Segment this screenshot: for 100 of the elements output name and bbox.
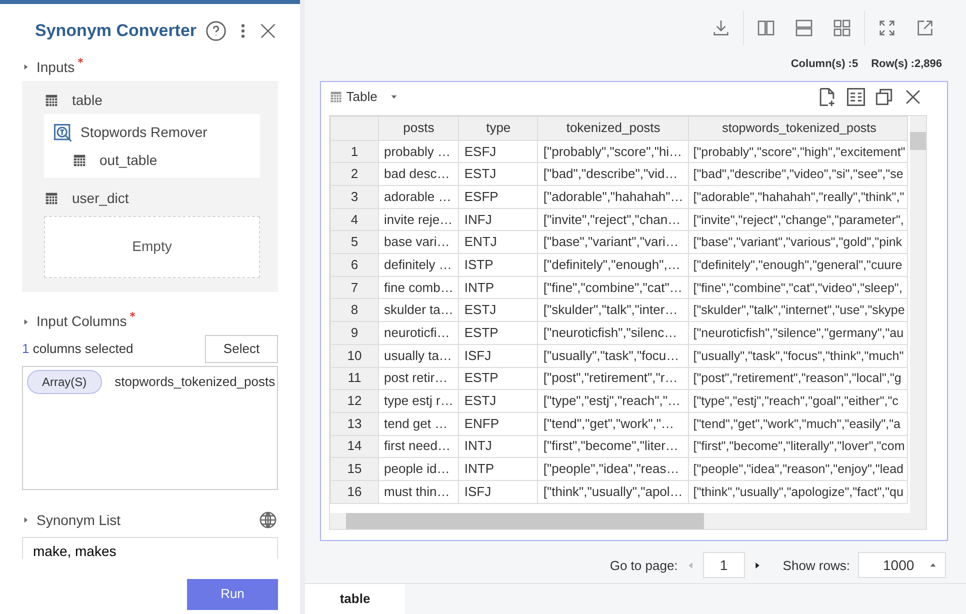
table-cell: tend get … [378,412,459,436]
section-label: Inputs [36,58,75,77]
page-field[interactable]: 1 [702,552,745,578]
row-number: 12 [330,390,378,412]
table-cell: invite reje… [378,208,459,231]
input-name: table [72,91,102,110]
table-cell: ["people","idea","reason","enjoy","lead [688,458,908,480]
row-number: 13 [330,412,378,436]
table-icon [329,90,343,104]
table-cell: ["tend","get","work","… [538,412,689,436]
row-number: 1 [330,140,378,163]
table-cell: ["first","become","literally","lover","com [688,435,908,458]
table-cell: ISFJ [458,344,538,368]
column-name: stopwords_tokenized_posts [114,373,276,392]
select-button[interactable]: Select [205,335,278,363]
table-cell: ["base","variant","various","gold","pink [688,230,908,254]
column-count: Column(s) :5 [790,58,858,70]
table-cell: ["bad","describe","vid… [538,162,689,186]
table-cell: ["people","idea","reas… [538,458,689,480]
table-cell: ["neuroticfish","silence","germany","au [688,322,908,344]
row-number: 2 [330,162,378,186]
row-number: 7 [330,276,378,299]
two-columns-icon[interactable] [756,18,776,38]
type-tag: Array(S) [27,370,102,394]
expand-caret-icon[interactable] [22,318,30,326]
table-cell: ESFJ [458,140,538,163]
next-page-icon[interactable] [752,560,762,570]
column-header[interactable]: posts [378,116,459,140]
table-cell: ["think","usually","apol… [538,480,689,504]
empty-drop-area: Empty [44,216,260,278]
table-cell: ["skulder","talk","inter… [538,298,689,322]
list-settings-icon[interactable] [844,86,867,108]
table-cell: people id… [378,458,459,480]
table-cell: probably … [378,140,459,163]
table-cell: ESTJ [458,298,538,322]
vertical-scrollbar[interactable] [910,116,926,513]
table-cell: ["probably","score","high","excitement" [688,140,908,163]
synonym-field[interactable]: make, makes [22,537,278,559]
table-cell: fine comb… [378,276,459,299]
table-cell: bad desc… [378,162,459,186]
two-rows-icon[interactable] [794,18,814,38]
selection-count: 1 columns selected [22,340,134,358]
row-number: 6 [330,254,378,276]
fullscreen-icon[interactable] [877,18,897,38]
column-header[interactable]: type [458,116,538,140]
expand-caret-icon[interactable] [22,516,30,524]
sheet-tab[interactable]: table [305,584,405,614]
table-cell: ["base","variant","vari… [538,230,689,254]
table-icon [44,191,59,206]
column-header[interactable]: stopwords_tokenized_posts [688,116,908,140]
table-cell: type estj r… [378,390,459,412]
rows-select[interactable]: 1000 [858,552,946,578]
table-cell: ["invite","reject","chan… [538,208,689,231]
external-link-icon[interactable] [915,18,935,38]
row-number: 3 [330,186,378,208]
table-cell: ESFP [458,186,538,208]
table-cell: ["usually","task","focus","think","much" [688,344,908,368]
section-label: Input Columns [36,312,127,331]
horizontal-scrollbar[interactable] [330,512,926,529]
table-cell: ["think","usually","apologize","fact","qu [688,480,908,504]
row-number: 16 [330,480,378,504]
table-cell: ["usually","task","focu… [538,344,689,368]
table-cell: ISFJ [458,480,538,504]
table-cell: first need… [378,435,459,458]
magnifier-icon [52,122,74,144]
table-cell: ["type","estj","reach","goal","either","c [688,390,908,412]
section-label: Synonym List [36,510,121,530]
column-header[interactable]: tokenized_posts [538,116,689,140]
table-cell: INTJ [458,435,538,458]
table-cell: ["invite","reject","change","parameter", [688,208,908,231]
table-cell: ["type","estj","reach","… [538,390,689,412]
table-cell: ["first","become","liter… [538,435,689,458]
run-button[interactable]: Run [187,578,278,610]
row-count: Row(s) :2,896 [871,58,942,70]
table-cell: INTP [458,276,538,299]
table-icon [44,93,59,108]
caret-icon[interactable] [390,93,398,102]
grid-icon[interactable] [832,18,852,38]
table-cell: ["bad","describe","video","si","see","se [688,162,908,186]
row-number: 4 [330,208,378,231]
expand-caret-icon[interactable] [22,63,30,71]
table-icon [72,153,86,168]
row-number: 14 [330,435,378,458]
table-cell: ESTP [458,322,538,344]
table-cell: ["skulder","talk","internet","use","skype [688,298,908,322]
view-title[interactable]: Table [346,87,378,107]
table-cell: ENTJ [458,230,538,254]
table-cell: base vari… [378,230,459,254]
table-cell: ["fine","combine","cat","video","sleep", [688,276,908,299]
table-cell: adorable … [378,186,459,208]
input-name: user_dict [72,189,129,208]
download-icon[interactable] [711,18,731,38]
table-cell: ["fine","combine","cat"… [538,276,689,299]
table-cell: skulder ta… [378,298,459,322]
row-number: 11 [330,367,378,390]
row-number: 8 [330,298,378,322]
row-number: 5 [330,230,378,254]
help-icon[interactable] [205,20,227,42]
page-label: Go to page: [610,556,678,575]
globe-icon[interactable] [258,510,278,530]
